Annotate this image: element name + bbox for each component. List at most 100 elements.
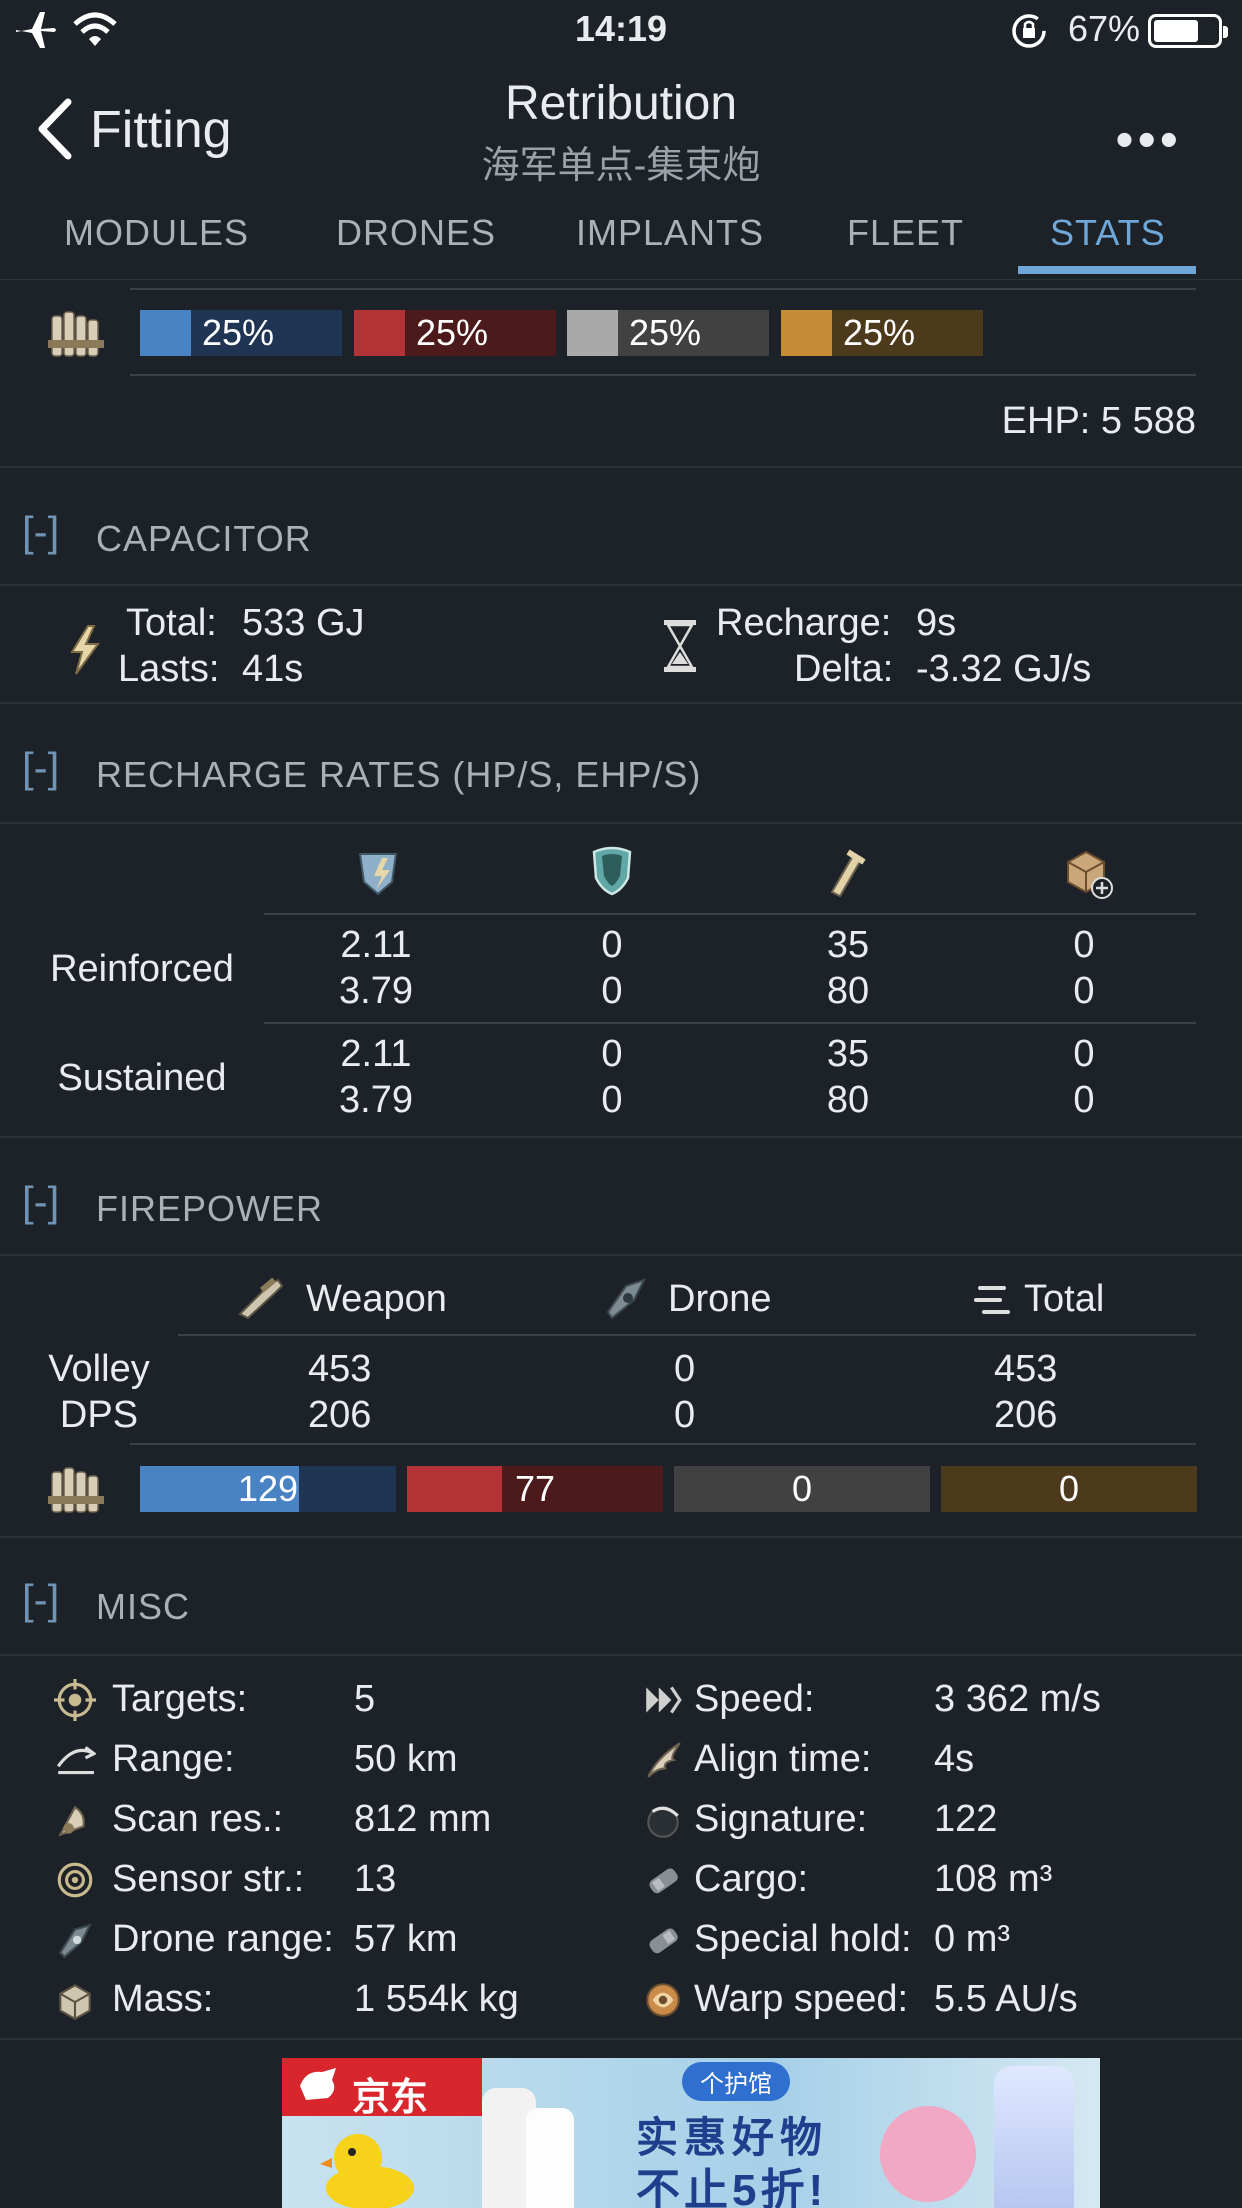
cap-total-label: Total: [126, 602, 217, 644]
misc-label: Sensor str.: [112, 1858, 305, 1900]
more-button[interactable]: ••• [1115, 110, 1182, 170]
section-divider [0, 2038, 1242, 2040]
misc-value: 57 km [354, 1918, 458, 1960]
damage-bar: 77 [407, 1466, 663, 1512]
collapse-firepower-button[interactable]: [-] [22, 1178, 59, 1226]
ehp-value: EHP: 5 588 [1001, 400, 1196, 442]
row-divider [178, 1334, 1196, 1336]
collapse-recharge-button[interactable]: [-] [22, 744, 59, 792]
misc-value: 3 362 m/s [934, 1678, 1101, 1720]
misc-label: Drone range: [112, 1918, 334, 1960]
section-divider [0, 1654, 1242, 1656]
resist-bar: 25% [354, 310, 556, 356]
misc-label: Targets: [112, 1678, 248, 1720]
hourglass-icon [664, 620, 696, 672]
firepower-cell: 0 [674, 1348, 696, 1390]
section-title-firepower: FIREPOWER [96, 1188, 324, 1229]
row-divider [130, 374, 1196, 376]
row-divider [130, 1443, 1196, 1445]
mass-icon [59, 1984, 91, 2021]
tab-stats[interactable]: STATS [1050, 212, 1166, 254]
recharge-cell: 0 [1073, 1079, 1095, 1121]
damage-bar: 129 [140, 1466, 396, 1512]
recharge-cell: 0 [601, 1033, 623, 1075]
cargo-icon [649, 1868, 678, 1894]
sensor-strength-icon [57, 1862, 93, 1898]
armor-repair-icon [830, 849, 866, 898]
status-time: 14:19 [574, 8, 668, 49]
cap-recharge-label: Recharge: [716, 602, 892, 644]
firepower-cell: 206 [308, 1394, 372, 1436]
row-divider [264, 913, 1196, 915]
shield-booster-icon [358, 853, 398, 896]
battery-percent: 67% [1067, 8, 1140, 49]
special-hold-icon [649, 1928, 678, 1954]
resist-bar: 25% [567, 310, 769, 356]
damage-profile-icon [48, 1467, 104, 1513]
firepower-cell: 206 [994, 1394, 1058, 1436]
status-bar: 14:19 67% [0, 0, 1242, 62]
tab-modules[interactable]: MODULES [64, 212, 249, 254]
bath-sponge-image [880, 2106, 976, 2202]
firepower-row-label: DPS [59, 1394, 139, 1436]
recharge-row-label: Sustained [57, 1057, 227, 1099]
page-subtitle: 海军单点-集束炮 [481, 145, 761, 187]
cap-total-value: 533 GJ [242, 602, 365, 644]
recharge-cell: 3.79 [339, 1079, 413, 1121]
total-damage-icon [974, 1286, 1010, 1314]
firepower-header-weapon: Weapon [306, 1278, 447, 1320]
battery-icon [1148, 14, 1228, 48]
capacitor-icon [70, 625, 100, 675]
misc-label: Align time: [694, 1738, 872, 1780]
firepower-cell: 0 [674, 1394, 696, 1436]
cap-lasts-label: Lasts: [118, 648, 220, 690]
warp-speed-icon [646, 1983, 680, 2017]
cap-delta-value: -3.32 GJ/s [916, 648, 1092, 690]
targets-icon [54, 1679, 96, 1721]
recharge-cell: 80 [826, 970, 870, 1012]
drone-range-icon [58, 1923, 92, 1959]
misc-value: 50 km [354, 1738, 458, 1780]
resist-bar-label: 25% [202, 312, 275, 353]
drone-icon [606, 1278, 646, 1320]
ad-banner[interactable]: 京东 个护馆 实惠好物 不止5折! [282, 2058, 1100, 2208]
resist-bar-label: 25% [843, 312, 916, 353]
speed-icon [646, 1686, 682, 1714]
damage-profile-icon [48, 311, 104, 357]
misc-value: 1 554k kg [354, 1978, 519, 2020]
collapse-capacitor-button[interactable]: [-] [22, 508, 59, 556]
collapse-misc-button[interactable]: [-] [22, 1576, 59, 1624]
damage-bar-label: 0 [1058, 1468, 1080, 1509]
tab-fleet[interactable]: FLEET [847, 212, 964, 254]
misc-value: 13 [354, 1858, 397, 1900]
section-divider [0, 584, 1242, 586]
damage-bar: 0 [941, 1466, 1197, 1512]
resist-bar-label: 25% [629, 312, 702, 353]
range-icon [56, 1746, 96, 1775]
firepower-header-total: Total [1024, 1278, 1105, 1320]
resist-bar: 25% [781, 310, 983, 356]
section-divider [0, 466, 1242, 468]
tab-implants[interactable]: IMPLANTS [576, 212, 764, 254]
ad-brand: 京东 [352, 2077, 429, 2119]
hull-repair-icon [1067, 850, 1113, 899]
misc-value: 5.5 AU/s [934, 1978, 1078, 2020]
section-divider [0, 702, 1242, 704]
misc-label: Special hold: [694, 1918, 912, 1960]
misc-label: Cargo: [694, 1858, 809, 1900]
misc-value: 5 [354, 1678, 376, 1720]
recharge-cell: 35 [826, 1033, 870, 1075]
section-divider [0, 1254, 1242, 1256]
misc-value: 108 m³ [934, 1858, 1053, 1900]
align-time-icon [647, 1742, 681, 1778]
recharge-cell: 2.11 [340, 1033, 412, 1075]
misc-value: 812 mm [354, 1798, 492, 1840]
firepower-cell: 453 [308, 1348, 372, 1390]
section-title-recharge: RECHARGE RATES (HP/S, EHP/S) [96, 754, 702, 795]
recharge-cell: 3.79 [339, 970, 413, 1012]
section-divider [0, 1136, 1242, 1138]
tab-drones[interactable]: DRONES [336, 212, 496, 254]
weapon-icon [238, 1277, 284, 1320]
ad-tag: 个护馆 [682, 2062, 790, 2101]
tab-bar: MODULES DRONES IMPLANTS FLEET STATS [0, 200, 1242, 280]
